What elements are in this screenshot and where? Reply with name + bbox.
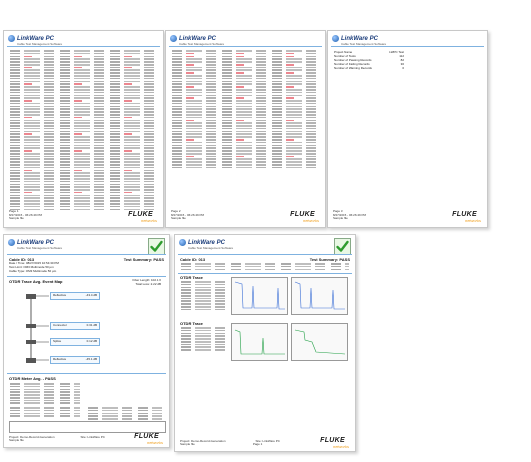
test-summary: Test Summary: PASS	[309, 257, 350, 262]
otdr-title: OTDR Trace Avg. Event Map	[9, 279, 63, 284]
page-footer: Page 2 8/27/2015 - 06:26:49 PM Sample fi…	[171, 208, 205, 221]
trace-2-details	[181, 327, 227, 352]
page-footer: Page 3 8/27/2015 - 06:26:49 PM Sample fi…	[333, 208, 367, 221]
linkware-logo-icon	[179, 239, 186, 246]
fluke-networks-logo: networks	[464, 218, 481, 223]
page-footer: Project: Demo-Record-Generation Site: Lin…	[180, 438, 280, 447]
cable-id: Cable ID: 013	[180, 257, 206, 262]
results-table	[172, 50, 320, 170]
trace-graph-2	[291, 277, 348, 315]
meter-results	[10, 383, 80, 405]
fluke-logo: FLUKE	[290, 211, 315, 218]
product-name: LinkWare PC	[179, 35, 216, 42]
summary-row: Number of Warning Records 0	[334, 65, 404, 70]
product-subtitle: Cable Test Management Software	[188, 246, 234, 250]
event-box: Splice 0.12 dB	[50, 338, 100, 346]
fluke-logo: FLUKE	[452, 211, 477, 218]
linkware-logo-icon	[8, 239, 15, 246]
fluke-networks-logo: networks	[332, 444, 349, 449]
report-page-cable-013-event-map[interactable]: LinkWare PC Cable Test Management Softwa…	[3, 234, 170, 448]
fluke-logo: FLUKE	[134, 433, 159, 440]
fluke-logo: FLUKE	[128, 211, 153, 218]
section-rule	[7, 276, 166, 277]
results-table	[10, 50, 158, 211]
trace-section-1-title: OTDR Trace	[180, 275, 203, 280]
fluke-networks-logo: networks	[302, 218, 319, 223]
test-summary: Test Summary: PASS	[123, 257, 164, 262]
header-rule	[7, 46, 160, 47]
product-subtitle: Cable Test Management Software	[17, 246, 63, 250]
event-box: Connector 0.31 dB	[50, 322, 100, 330]
event-box: Reflective -45.1 dB	[50, 356, 100, 364]
trace-line-2	[294, 281, 345, 310]
header-rule	[331, 46, 484, 47]
pass-section-title: OTDR Meter Avg. - PASS	[9, 376, 56, 381]
linkware-logo-icon	[8, 35, 15, 42]
meter-table-left	[10, 407, 80, 418]
report-header: LinkWare PC	[8, 239, 54, 246]
fluke-networks-logo: networks	[140, 218, 157, 223]
report-page-cable-013-traces[interactable]: LinkWare PC Cable Test Management Softwa…	[174, 234, 356, 452]
summary-table: Project Name LWPC Test Number of Tests 112…	[334, 50, 404, 70]
header-rule	[169, 46, 322, 47]
trace-1-details	[181, 281, 227, 312]
result-grid	[9, 421, 166, 433]
report-page-1[interactable]: LinkWare PC Cable Test Management Softwa…	[3, 30, 164, 228]
total-loss: Total Loss: 2.22 dB	[135, 281, 161, 286]
length-loss: Fiber Length: 102.1 ft Total Loss: 2.22 …	[132, 278, 161, 287]
product-name: LinkWare PC	[188, 239, 225, 246]
fluke-networks-logo: networks	[146, 440, 163, 445]
trace-section-2-title: OTDR Trace	[180, 321, 203, 326]
report-header: LinkWare PC	[332, 35, 378, 42]
page-footer: Page 1 8/27/2015 - 06:26:49 PM Sample fi…	[9, 208, 43, 221]
trace-graph-1	[231, 277, 288, 315]
trace-line-4	[294, 329, 346, 355]
cable-summary: Cable ID: 013 Test Summary: PASS	[180, 257, 350, 262]
product-name: LinkWare PC	[17, 239, 54, 246]
report-header: LinkWare PC	[8, 35, 54, 42]
report-header: LinkWare PC	[170, 35, 216, 42]
pass-check-icon	[334, 238, 351, 255]
page-footer: Project: Demo-Record-Generation Site: Lin…	[9, 434, 105, 443]
cable-type: Cable Type: OM3 Multimode 50 µm	[9, 268, 57, 273]
report-page-3[interactable]: LinkWare PC Cable Test Management Softwa…	[327, 30, 488, 228]
section-rule	[178, 273, 352, 274]
linkware-logo-icon	[170, 35, 177, 42]
section-rule	[7, 373, 166, 374]
product-name: LinkWare PC	[17, 35, 54, 42]
trace-graph-4	[291, 323, 348, 361]
trace-graph-3	[231, 323, 288, 361]
report-page-2[interactable]: LinkWare PC Cable Test Management Softwa…	[165, 30, 326, 228]
event-box: Reflective -43.4 dB	[50, 292, 100, 300]
trace-line-3	[234, 329, 285, 355]
pass-check-icon	[148, 238, 165, 255]
linkware-logo-icon	[332, 35, 339, 42]
header-rule	[178, 254, 352, 255]
report-header: LinkWare PC	[179, 239, 225, 246]
trace-line-1	[234, 281, 285, 310]
meter-table-right	[88, 407, 162, 421]
fluke-logo: FLUKE	[320, 437, 345, 444]
cable-details	[181, 263, 349, 271]
cable-summary: Cable ID: 013 Test Summary: PASS Date / …	[9, 257, 164, 274]
header-rule	[7, 254, 166, 255]
product-name: LinkWare PC	[341, 35, 378, 42]
